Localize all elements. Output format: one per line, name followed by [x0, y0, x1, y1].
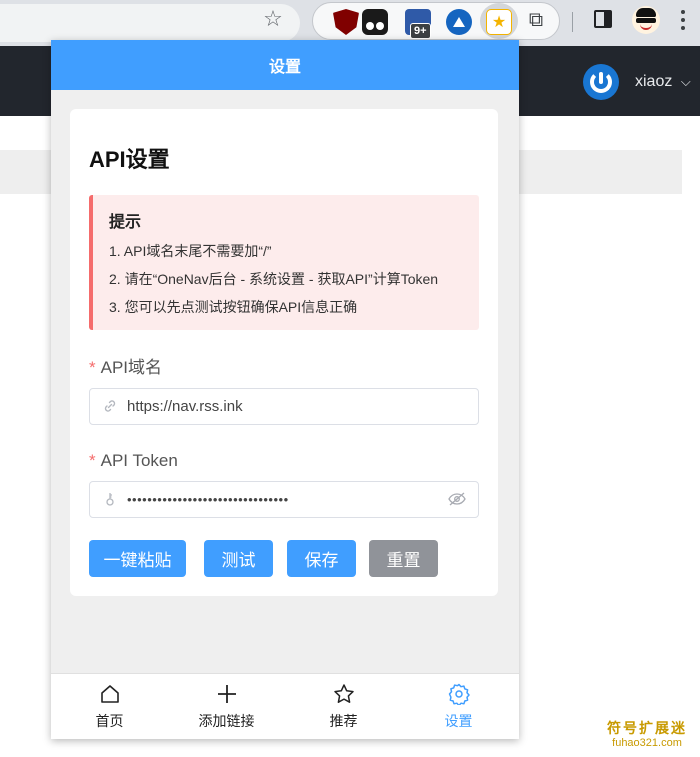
user-menu[interactable]: xiaoz ⌵: [635, 72, 691, 92]
required-mark: *: [89, 358, 96, 377]
nav-item-home[interactable]: 首页: [51, 674, 168, 739]
nav-item-add-link[interactable]: 添加链接: [168, 674, 285, 739]
reset-button[interactable]: 重置: [369, 540, 438, 577]
home-icon: [101, 685, 119, 703]
nav-label: 首页: [95, 713, 124, 729]
api-token-value: ••••••••••••••••••••••••••••••••: [127, 492, 289, 507]
card-title: API设置: [89, 147, 170, 172]
nav-label: 添加链接: [198, 713, 255, 729]
alert-line: 2. 请在“OneNav后台 - 系统设置 - 获取API”计算Token: [109, 271, 439, 287]
kebab-menu-icon[interactable]: [680, 8, 686, 32]
bottom-nav: 首页 添加链接 推荐 设置: [51, 673, 519, 739]
watermark-en: fuhao321.com: [612, 737, 682, 749]
star-icon: [334, 684, 354, 703]
puzzle-icon[interactable]: ⧉: [525, 9, 547, 31]
api-token-label: * API Token: [89, 451, 178, 471]
api-domain-input[interactable]: https://nav.rss.ink: [89, 388, 479, 425]
nav-item-settings[interactable]: 设置: [400, 674, 517, 739]
address-bar[interactable]: [0, 4, 300, 42]
triangle-extension-icon[interactable]: [446, 9, 472, 35]
save-button[interactable]: 保存: [287, 540, 356, 577]
api-domain-label-text: API域名: [100, 358, 163, 377]
eye-off-icon[interactable]: [448, 492, 466, 506]
nav-label: 推荐: [329, 713, 358, 729]
nav-label: 设置: [444, 713, 473, 729]
extension-badge: 9+: [410, 23, 431, 39]
popup-title: 设置: [51, 40, 519, 90]
alert-line: 1. API域名末尾不需要加“/”: [109, 243, 272, 259]
side-panel-icon[interactable]: [594, 10, 612, 28]
required-mark: *: [89, 451, 96, 470]
key-icon: [102, 491, 118, 507]
link-icon: [102, 398, 118, 414]
star-outline-icon[interactable]: ☆: [262, 8, 284, 30]
paste-button[interactable]: 一键粘贴: [89, 540, 186, 577]
site-logo-icon[interactable]: [583, 64, 619, 100]
tampermonkey-icon[interactable]: [362, 9, 388, 35]
api-token-input[interactable]: ••••••••••••••••••••••••••••••••: [89, 481, 479, 518]
profile-avatar[interactable]: [632, 6, 660, 34]
gear-icon: [448, 683, 470, 705]
api-settings-card: API设置 提示 1. API域名末尾不需要加“/” 2. 请在“OneNav后…: [70, 109, 498, 596]
tip-alert: 提示 1. API域名末尾不需要加“/” 2. 请在“OneNav后台 - 系统…: [89, 195, 479, 330]
api-domain-label: * API域名: [89, 358, 162, 378]
test-button[interactable]: 测试: [204, 540, 273, 577]
ublock-icon[interactable]: [333, 9, 359, 35]
plus-icon: [218, 685, 236, 703]
extensions-group: 9+ ★ ⧉: [312, 2, 560, 40]
alert-title: 提示: [109, 214, 142, 231]
watermark: 符号扩展迷 fuhao321.com: [604, 720, 690, 750]
watermark-cn: 符号扩展迷: [607, 720, 687, 736]
chevron-down-icon: ⌵: [680, 74, 691, 89]
alert-line: 3. 您可以先点测试按钮确保API信息正确: [109, 299, 358, 315]
api-token-label-text: API Token: [100, 451, 178, 470]
onenav-extension-icon[interactable]: ★: [486, 9, 512, 35]
toolbar-divider: [572, 12, 573, 32]
username: xiaoz: [635, 73, 673, 90]
extension-popup: 设置 API设置 提示 1. API域名末尾不需要加“/” 2. 请在“OneN…: [51, 40, 519, 739]
nav-item-recommend[interactable]: 推荐: [285, 674, 402, 739]
api-domain-value: https://nav.rss.ink: [127, 398, 243, 415]
